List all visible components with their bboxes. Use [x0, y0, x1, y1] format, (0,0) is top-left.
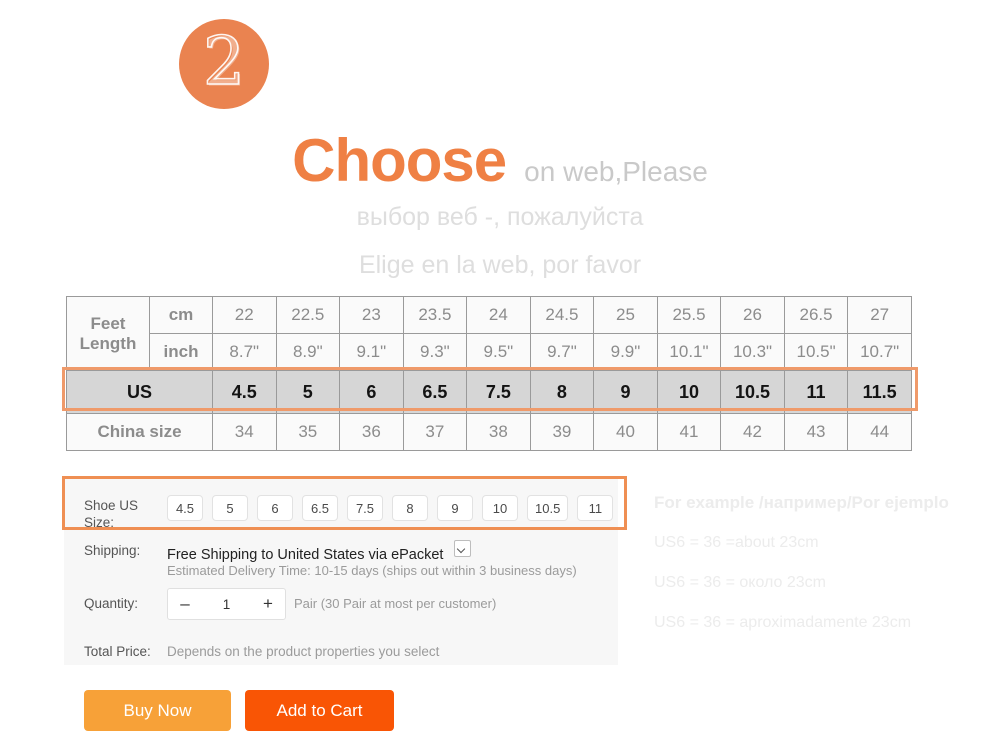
- quantity-label: Quantity:: [84, 596, 139, 611]
- page-title: Choose on web,Please: [0, 126, 1000, 195]
- chevron-down-icon[interactable]: [453, 540, 471, 557]
- step-number-badge: 2: [179, 19, 269, 109]
- cell-inch-2: 9.1": [339, 333, 404, 371]
- cell-inch-7: 10.1": [656, 333, 722, 371]
- cell-china-0: 34: [212, 413, 277, 451]
- cell-cm-8: 26: [720, 296, 785, 334]
- cell-us-0: 4.5: [212, 370, 277, 414]
- cell-cm-6: 25: [593, 296, 658, 334]
- estimated-delivery-note: Estimated Delivery Time: 10-15 days (shi…: [167, 563, 577, 578]
- cell-china-10: 44: [847, 413, 912, 451]
- header-block: 2 Choose on web,Please выбор веб -, пожал…: [0, 0, 1000, 288]
- size-option-1[interactable]: 5: [212, 495, 248, 521]
- us-header: US: [66, 370, 213, 414]
- cell-cm-10: 27: [847, 296, 912, 334]
- shoe-size-label: Shoe US Size:: [84, 498, 139, 530]
- shoe-size-selector-row: Shoe US Size: 4.5 5 6 6.5 7.5 8 9 10 10.…: [64, 484, 618, 532]
- size-option-8[interactable]: 10.5: [527, 495, 569, 521]
- cell-cm-0: 22: [212, 296, 277, 334]
- cell-us-4: 7.5: [466, 370, 531, 414]
- shipping-label: Shipping:: [84, 543, 141, 558]
- example-block: For example /например/Por ejemplo US6 = …: [654, 493, 1000, 654]
- size-option-7[interactable]: 10: [482, 495, 518, 521]
- example-line-en: US6 = 36 =about 23cm: [654, 534, 819, 551]
- quantity-increase-button[interactable]: +: [251, 594, 285, 614]
- size-option-2[interactable]: 6: [257, 495, 293, 521]
- cell-china-7: 41: [656, 413, 722, 451]
- buy-now-button[interactable]: Buy Now: [84, 690, 231, 731]
- shoe-size-options: 4.5 5 6 6.5 7.5 8 9 10 10.5 11: [167, 495, 614, 521]
- quantity-decrease-button[interactable]: –: [168, 594, 202, 614]
- cell-us-2: 6: [339, 370, 404, 414]
- shipping-method-select[interactable]: Free Shipping to United States via ePack…: [167, 540, 471, 563]
- cell-inch-8: 10.3": [720, 333, 785, 371]
- cell-inch-9: 10.5": [783, 333, 849, 371]
- cell-china-9: 43: [783, 413, 849, 451]
- cell-inch-3: 9.3": [402, 333, 468, 371]
- subtitle-spanish: Elige en la web, por favor: [358, 251, 642, 279]
- size-option-9[interactable]: 11: [577, 495, 614, 521]
- table-row-china: China size 34 35 36 37 38 39 40 41 42 43…: [66, 413, 912, 451]
- size-option-6[interactable]: 9: [437, 495, 473, 521]
- cell-us-6: 9: [593, 370, 658, 414]
- cell-us-1: 5: [275, 370, 341, 414]
- cell-inch-0: 8.7": [212, 333, 277, 371]
- cell-china-6: 40: [593, 413, 658, 451]
- shipping-method-value: Free Shipping to United States via ePack…: [167, 547, 444, 563]
- example-line-es: US6 = 36 = aproximadamente 23cm: [654, 614, 912, 631]
- cell-china-1: 35: [275, 413, 341, 451]
- cell-us-9: 11: [783, 370, 849, 414]
- size-option-3[interactable]: 6.5: [302, 495, 338, 521]
- example-title: For example /например/Por ejemplo: [654, 493, 949, 512]
- add-to-cart-button[interactable]: Add to Cart: [245, 690, 394, 731]
- cell-us-10: 11.5: [847, 370, 912, 414]
- example-line-ru: US6 = 36 = около 23cm: [654, 574, 826, 591]
- cell-china-5: 39: [529, 413, 595, 451]
- quantity-limit-note: Pair (30 Pair at most per customer): [294, 596, 497, 611]
- table-row-inch: inch 8.7" 8.9" 9.1" 9.3" 9.5" 9.7" 9.9" …: [67, 333, 912, 371]
- feet-length-header: Feet Length: [66, 296, 150, 371]
- cell-cm-3: 23.5: [402, 296, 468, 334]
- cell-inch-5: 9.7": [529, 333, 595, 371]
- size-option-5[interactable]: 8: [392, 495, 428, 521]
- cell-us-5: 8: [529, 370, 595, 414]
- cell-us-7: 10: [656, 370, 722, 414]
- page-title-main: Choose: [292, 127, 507, 194]
- cell-china-2: 36: [339, 413, 404, 451]
- feet-length-label: Feet Length: [79, 313, 137, 353]
- subtitle-russian: выбор веб -, пожалуйста: [356, 203, 644, 231]
- size-option-4[interactable]: 7.5: [347, 495, 383, 521]
- cell-cm-2: 23: [339, 296, 404, 334]
- cell-inch-4: 9.5": [466, 333, 531, 371]
- cell-cm-9: 26.5: [783, 296, 849, 334]
- cell-china-8: 42: [720, 413, 785, 451]
- inch-unit-header: inch: [149, 333, 213, 371]
- size-option-0[interactable]: 4.5: [167, 495, 203, 521]
- cell-inch-10: 10.7": [847, 333, 912, 371]
- cell-us-3: 6.5: [402, 370, 468, 414]
- china-size-header: China size: [66, 413, 213, 451]
- cm-unit-header: cm: [149, 296, 213, 334]
- step-number-label: 2: [202, 23, 246, 100]
- cell-cm-1: 22.5: [275, 296, 341, 334]
- cell-us-8: 10.5: [720, 370, 785, 414]
- purchase-options-panel: Shoe US Size: 4.5 5 6 6.5 7.5 8 9 10 10.…: [64, 478, 618, 665]
- cell-cm-7: 25.5: [656, 296, 722, 334]
- cell-cm-5: 24.5: [529, 296, 595, 334]
- total-price-value: Depends on the product properties you se…: [167, 644, 440, 659]
- total-price-label: Total Price:: [84, 644, 151, 659]
- cell-china-3: 37: [402, 413, 468, 451]
- cell-china-4: 38: [466, 413, 531, 451]
- quantity-stepper[interactable]: – 1 +: [167, 588, 286, 620]
- quantity-input[interactable]: 1: [202, 597, 251, 612]
- cell-inch-1: 8.9": [275, 333, 341, 371]
- size-chart-table: Feet Length cm 22 22.5 23 23.5 24 24.5 2…: [66, 296, 912, 451]
- table-row-cm: Feet Length cm 22 22.5 23 23.5 24 24.5 2…: [66, 296, 912, 371]
- table-row-us: US 4.5 5 6 6.5 7.5 8 9 10 10.5 11 11.5: [66, 370, 912, 414]
- cell-inch-6: 9.9": [593, 333, 658, 371]
- size-chart: Feet Length cm 22 22.5 23 23.5 24 24.5 2…: [66, 296, 912, 451]
- cell-cm-4: 24: [466, 296, 531, 334]
- page-title-sub: on web,Please: [524, 156, 708, 187]
